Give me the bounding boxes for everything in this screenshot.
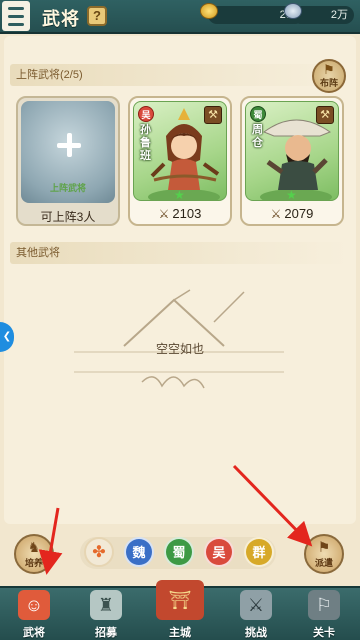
filter-wu[interactable]: 吴 [204,537,234,567]
slot-background: 上阵武将 [21,101,115,203]
hero-portrait: 吴 ⚒ 孙鲁班 ★ [133,101,227,201]
filter-all[interactable]: ✤ [84,537,114,567]
empty-lineup-slot[interactable]: 上阵武将 可上阵3人 [16,96,120,226]
hero-power: ⚔ 2103 [130,206,230,221]
filter-shu[interactable]: 蜀 [164,537,194,567]
star-icon: ★ [286,188,297,201]
stage-icon: ⚐ [308,590,340,620]
cultivate-button[interactable]: ♞ 培养 [14,534,54,574]
nav-main-city[interactable]: ⛩ 主城 [150,580,210,640]
other-generals-section-title: 其他武将 [10,242,350,264]
faction-badge: 吴 [138,106,154,122]
dispatch-button[interactable]: ⚑ 派遣 [304,534,344,574]
filter-wei[interactable]: 魏 [124,537,154,567]
hero-card[interactable]: 吴 ⚒ 孙鲁班 ★ ⚔ 2103 [128,96,232,226]
arrange-formation-button[interactable]: ⚑ 布阵 [312,59,346,93]
gold-icon [200,3,218,19]
plus-icon [57,133,81,157]
power-value: 2103 [172,206,202,221]
arrange-label: 布阵 [319,78,338,88]
general-icon: ☺ [18,590,50,620]
filter-qun[interactable]: 群 [244,537,274,567]
crossed-swords-icon: ⚔ [158,207,170,221]
nav-recruit[interactable]: ♜ 招募 [78,588,134,640]
hero-portrait: 蜀 ⚒ 周仓 ★ [245,101,339,201]
cultivate-label: 培养 [24,558,43,568]
empty-state-text: 空空如也 [155,342,204,356]
crossed-swords-icon: ⚔ [270,207,282,221]
generals-panel: 上阵武将(2/5) ⚑ 布阵 上阵武将 可上阵3人 吴 ⚒ 孙鲁班 ★ ⚔ 21… [4,36,356,524]
weapon-icon: ⚒ [204,106,222,124]
faction-badge: 蜀 [250,106,266,122]
page-title: 武将 [42,9,80,29]
challenge-icon: ⚔ [240,590,272,620]
hero-card[interactable]: 蜀 ⚒ 周仓 ★ ⚔ 2079 [240,96,344,226]
top-bar: 武将 ? 200 2万 [0,0,360,34]
bottom-nav: ☺ 武将 ♜ 招募 ⛩ 主城 ⚔ 挑战 ⚐ 关卡 [0,580,360,640]
weapon-icon: ⚒ [316,106,334,124]
nav-generals[interactable]: ☺ 武将 [6,588,62,640]
hero-name: 孙鲁班 [140,124,151,162]
flag-icon: ⚑ [317,539,331,555]
slot-capacity-label: 可上阵3人 [40,210,96,224]
nav-label: 挑战 [245,627,267,639]
horse-icon: ♞ [27,539,41,555]
formation-icon: ⚑ [323,62,335,77]
dispatch-label: 派遣 [314,558,333,568]
slot-hint: 上阵武将 [49,183,86,193]
nav-label: 主城 [169,627,191,639]
token-icon [284,3,302,19]
help-button[interactable]: ? [87,6,107,26]
menu-button[interactable] [2,1,30,31]
city-icon: ⛩ [156,580,204,620]
nav-label: 招募 [95,627,117,639]
hero-power: ⚔ 2079 [242,206,342,221]
power-value: 2079 [284,206,314,221]
nav-challenge[interactable]: ⚔ 挑战 [228,588,284,640]
nav-stage[interactable]: ⚐ 关卡 [296,588,352,640]
nav-label: 关卡 [313,627,335,639]
hero-name: 周仓 [252,124,263,149]
star-icon: ★ [174,188,185,201]
lineup-section-title: 上阵武将(2/5) [10,64,350,86]
recruit-icon: ♜ [90,590,122,620]
nav-label: 武将 [23,627,45,639]
